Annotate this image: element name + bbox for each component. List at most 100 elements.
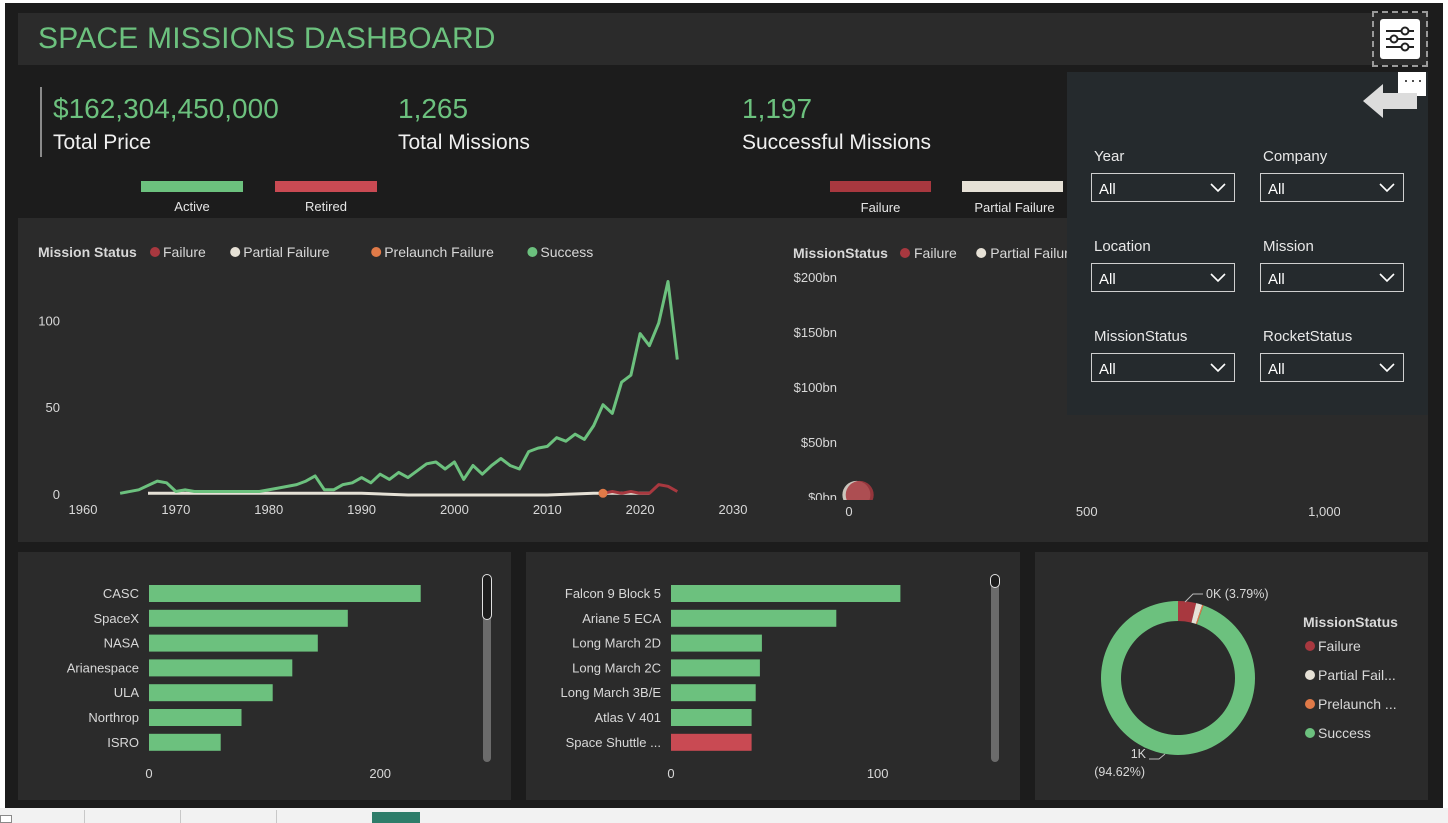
slicer-label-year: Year [1094,148,1125,165]
legend-swatch-failure[interactable] [830,181,931,192]
y-tick-label: 50 [46,400,60,415]
slicer-company-value: All [1268,181,1285,198]
legend-marker [1305,670,1315,680]
bar[interactable] [149,684,273,702]
missions-by-rocket-bar-chart[interactable]: Falcon 9 Block 5 Ariane 5 ECA Long March 2… [526,552,1020,800]
y-tick-label: 100 [38,313,60,328]
slicer-location-dropdown[interactable]: All [1091,263,1235,292]
bar-category-label: ISRO [107,735,139,750]
series-line-partial-failure[interactable] [148,491,650,497]
slicer-rocketstatus-dropdown[interactable]: All [1260,353,1404,382]
legend-title: MissionStatus [1303,614,1398,630]
mission-status-donut-chart[interactable]: 0K (3.79%) 1K (94.62%) MissionStatus Failure… [1035,552,1428,800]
total-price-value: $162,304,450,000 [53,93,279,124]
x-tick-label: 1970 [161,502,190,517]
bar-category-label: SpaceX [93,611,139,626]
total-price-label: Total Price [53,131,152,154]
y-tick-label: $50bn [801,435,837,450]
total-missions-value: 1,265 [398,93,469,124]
legend-swatch-active[interactable] [141,181,243,192]
legend-title: MissionStatus [793,245,888,261]
legend-marker [1305,728,1315,738]
bar[interactable] [671,684,756,702]
successful-missions-label: Successful Missions [742,131,932,154]
legend-item[interactable]: Partial Failure [990,245,1077,261]
legend-swatch-partial-failure[interactable] [962,181,1063,192]
legend-item[interactable]: Partial Failure [243,244,330,260]
chevron-down-icon [1210,183,1226,193]
slicer-year-value: All [1099,181,1116,198]
series-point-prelaunch-failure[interactable] [598,488,608,498]
bar[interactable] [149,634,318,652]
slicer-label-mission: Mission [1263,238,1314,255]
bar[interactable] [149,609,348,627]
slicer-mission-dropdown[interactable]: All [1260,263,1404,292]
legend-marker [230,247,241,257]
slicer-missionstatus-dropdown[interactable]: All [1091,353,1235,382]
bar[interactable] [671,659,760,677]
rocket-chart-scroll-thumb[interactable] [990,574,1000,588]
donut-slice-success[interactable] [1101,601,1255,755]
legend-item[interactable]: Success [540,244,593,260]
legend-item[interactable]: Failure [163,244,206,260]
bar[interactable] [149,659,293,677]
bar[interactable] [671,609,837,627]
bar-category-label: Arianespace [67,660,139,675]
legend-marker [900,248,910,258]
x-tick-label: 1980 [254,502,283,517]
x-tick-label: 200 [369,766,391,781]
page-tab[interactable] [84,810,179,823]
x-tick-label: 0 [145,766,152,781]
bar[interactable] [149,585,421,602]
x-tick-label: 1990 [347,502,376,517]
leader-line [1184,593,1203,603]
bar[interactable] [671,585,901,602]
back-arrow-button[interactable] [1363,82,1419,125]
filters-toggle-button[interactable] [1372,11,1428,67]
arrow-left-icon [1363,84,1417,118]
legend-item[interactable]: Prelaunch ... [1318,696,1397,712]
x-tick-label: 2010 [533,502,562,517]
page-navigator-icon[interactable] [0,815,12,823]
bar-category-label: Atlas V 401 [595,710,662,725]
bar[interactable] [671,709,752,726]
legend-item[interactable]: Prelaunch Failure [384,244,494,260]
page-tab[interactable] [180,810,275,823]
company-chart-scroll-thumb[interactable] [482,574,492,620]
chevron-down-icon [1210,363,1226,373]
series-line-success[interactable] [119,280,679,495]
slicer-label-company: Company [1263,148,1328,165]
legend-marker [1305,699,1315,709]
slicer-label-location: Location [1094,238,1151,255]
series-line-failure[interactable] [602,483,679,495]
x-tick-label: 2020 [626,502,655,517]
legend-marker [371,247,382,257]
slicer-mission-value: All [1268,271,1285,288]
legend-item[interactable]: Failure [1318,638,1361,654]
bar[interactable] [149,709,242,726]
sliders-icon [1380,19,1420,59]
legend-item[interactable]: Partial Fail... [1318,667,1396,683]
x-tick-label: 1960 [69,502,98,517]
kpi-divider [40,87,42,157]
bar[interactable] [149,733,221,751]
legend-marker [976,248,987,258]
missions-by-year-line-chart[interactable]: Mission Status Failure Partial Failure Prel… [18,218,778,542]
legend-item[interactable]: Failure [914,245,957,261]
legend-label-partial-failure: Partial Failure [974,200,1055,215]
page-tab-active[interactable] [372,812,420,823]
page-tab[interactable] [276,810,371,823]
y-tick-label: $150bn [794,325,837,340]
chevron-down-icon [1379,183,1395,193]
legend-item[interactable]: Success [1318,725,1371,741]
x-tick-label: 1,000 [1308,504,1340,519]
legend-swatch-retired[interactable] [275,181,377,192]
rocket-chart-scrollbar[interactable] [991,578,999,762]
bar[interactable] [671,733,752,751]
slicer-year-dropdown[interactable]: All [1091,173,1235,202]
chevron-down-icon [1210,273,1226,283]
slicer-company-dropdown[interactable]: All [1260,173,1404,202]
bar[interactable] [671,634,762,652]
bar-category-label: Space Shuttle ... [566,735,661,750]
missions-by-company-bar-chart[interactable]: CASC SpaceX NASA Arianespace ULA Northrop ISRO… [18,552,511,800]
